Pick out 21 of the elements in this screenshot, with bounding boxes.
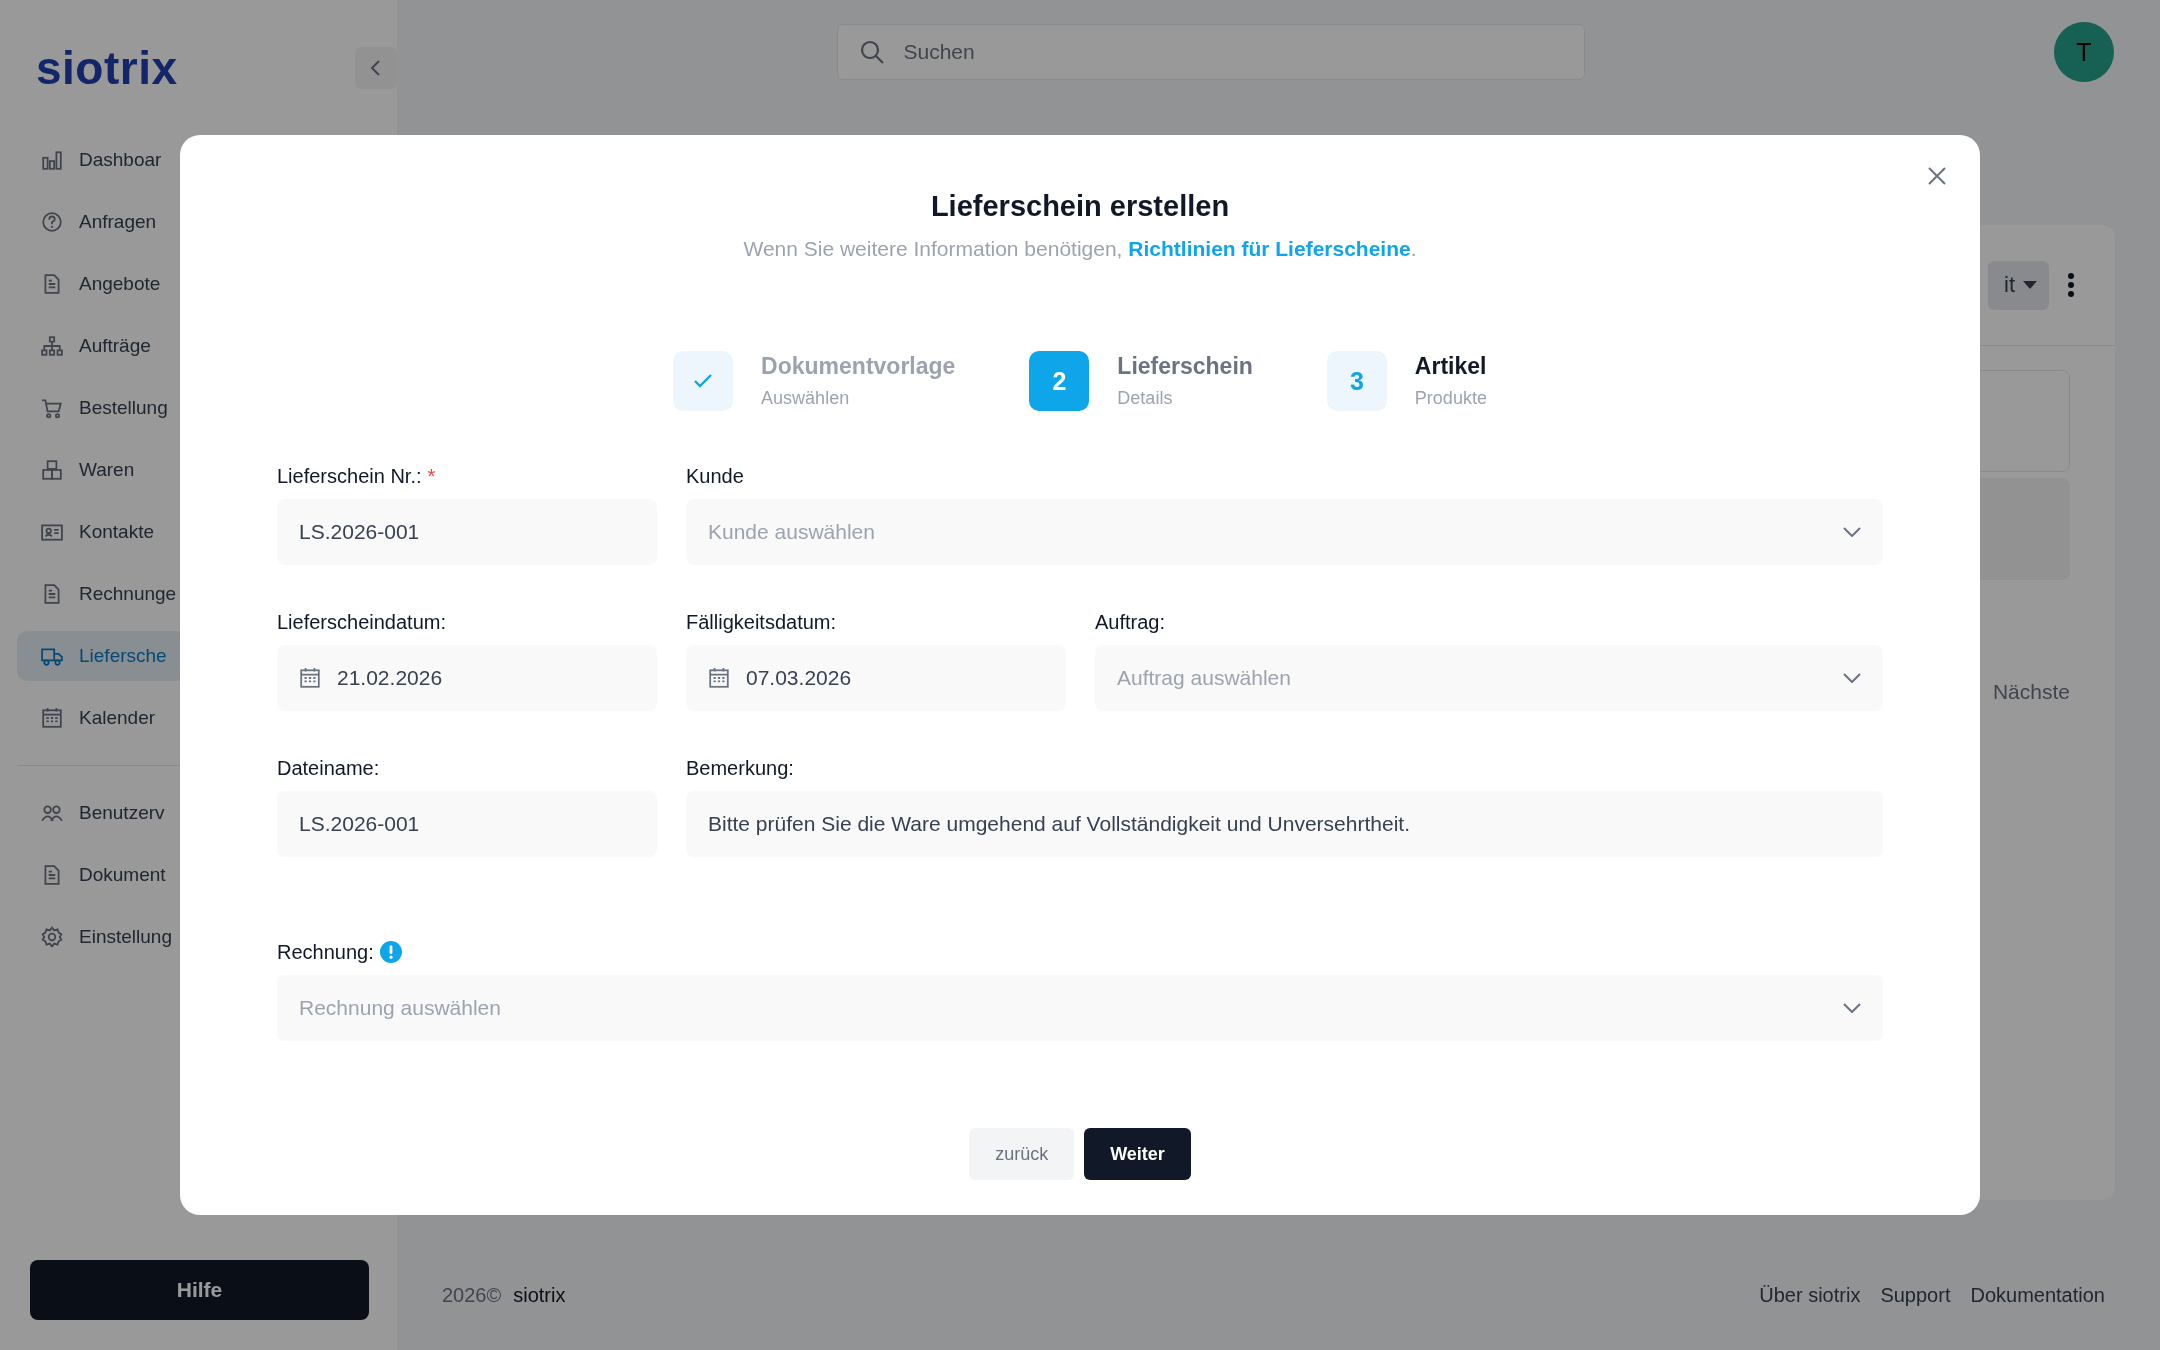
required-mark: *: [427, 464, 436, 488]
step-title: Artikel: [1414, 353, 1487, 380]
field-label: Rechnung:: [277, 940, 374, 964]
copyright-text: 2026©: [442, 1283, 502, 1307]
field-label: Fälligkeitsdatum:: [686, 610, 837, 634]
field-label: Bemerkung:: [686, 756, 794, 780]
step-subtitle: Produkte: [1414, 388, 1487, 409]
dialog-subtitle: Wenn Sie weitere Information benötigen, Richtlinien für Lieferscheine.: [743, 237, 1417, 261]
field-label: Lieferschein Nr.:: [277, 464, 422, 488]
field-label: Dateiname:: [277, 756, 380, 780]
dialog-title: Lieferschein erstellen: [930, 190, 1230, 223]
step-title: Dokumentvorlage: [761, 353, 956, 380]
step-subtitle: Details: [1117, 388, 1174, 409]
step-indicator: 3: [1326, 351, 1387, 411]
step-title: Lieferschein: [1117, 353, 1253, 380]
field-label: Auftrag:: [1095, 610, 1166, 634]
field-label: Kunde: [686, 464, 744, 488]
step-indicator: 2: [1029, 351, 1090, 411]
brand-text: siotrix: [513, 1283, 566, 1307]
field-label: Lieferscheindatum:: [277, 610, 446, 634]
step-subtitle: Auswählen: [761, 388, 851, 409]
